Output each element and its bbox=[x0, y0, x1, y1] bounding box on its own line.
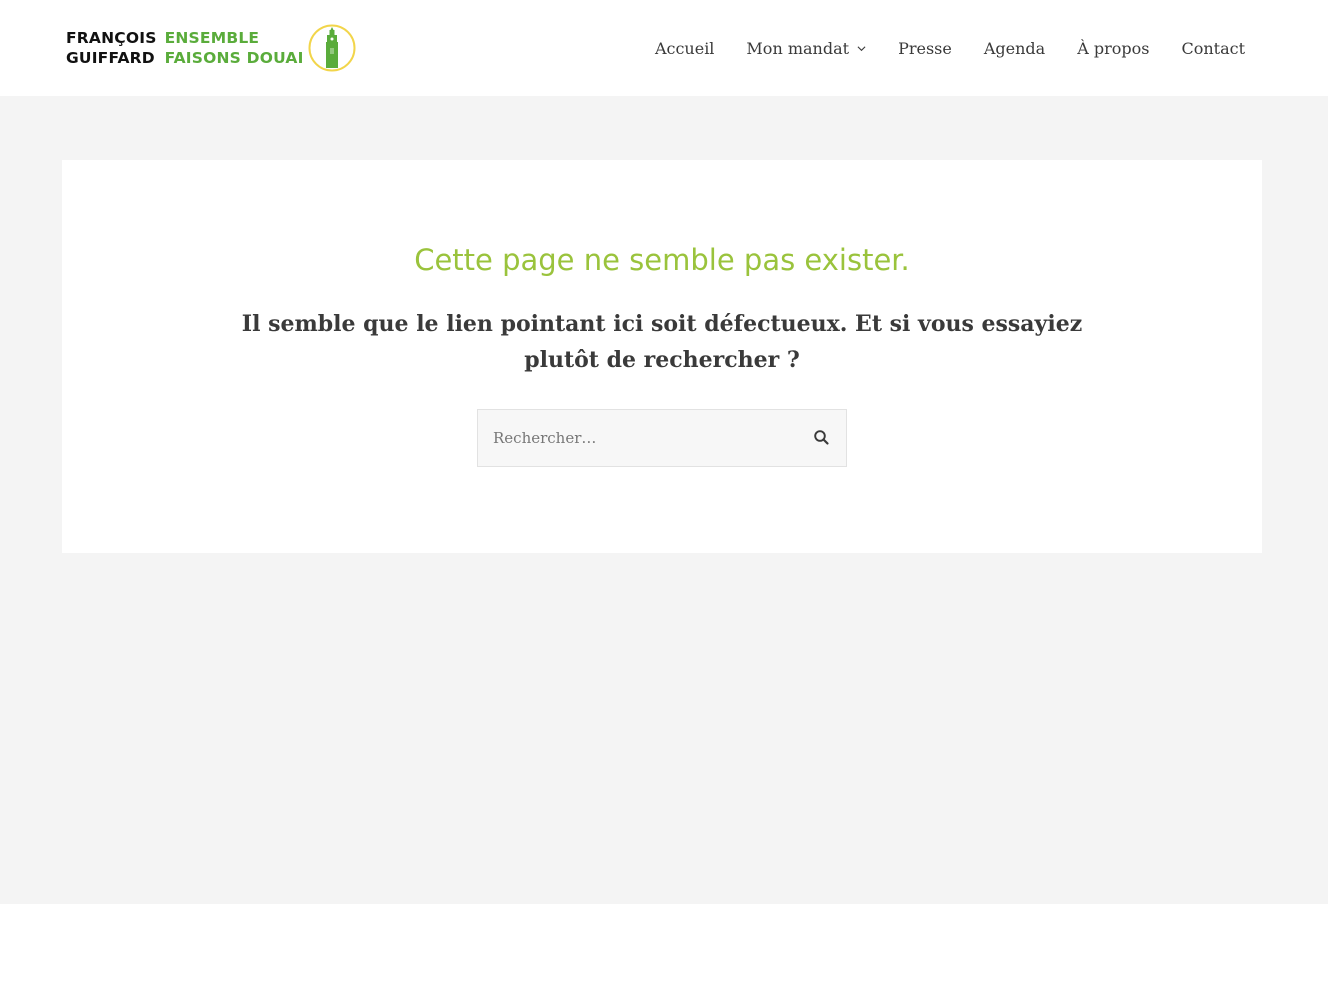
nav-item-label: Accueil bbox=[654, 38, 715, 58]
logo-name-line2: GUIFFARD bbox=[66, 49, 155, 67]
search-button[interactable] bbox=[812, 428, 832, 448]
nav-item-accueil[interactable]: Accueil bbox=[655, 39, 714, 58]
logo-name-line1: FRANÇOIS bbox=[66, 29, 157, 47]
logo-name: FRANÇOIS GUIFFARD bbox=[66, 28, 157, 68]
nav-item-agenda[interactable]: Agenda bbox=[984, 39, 1045, 58]
site-logo[interactable]: FRANÇOIS GUIFFARD ENSEMBLE FAISONS DOUAI bbox=[66, 22, 356, 74]
nav-item-label: Contact bbox=[1181, 38, 1245, 58]
nav-item-a-propos[interactable]: À propos bbox=[1077, 39, 1149, 58]
nav-item-presse[interactable]: Presse bbox=[898, 39, 952, 58]
error-message: Il semble que le lien pointant ici soit … bbox=[241, 311, 1083, 373]
nav-item-label: Agenda bbox=[983, 38, 1046, 58]
nav-item-label: Mon mandat bbox=[746, 38, 850, 58]
nav-item-label: Presse bbox=[898, 38, 952, 58]
nav-item-label: À propos bbox=[1077, 38, 1150, 58]
error-404-card: Cette page ne semble pas exister. Il sem… bbox=[62, 160, 1262, 553]
site-header: FRANÇOIS GUIFFARD ENSEMBLE FAISONS DOUAI… bbox=[0, 0, 1328, 96]
logo-slogan-line2: FAISONS DOUAI bbox=[164, 49, 304, 67]
nav-item-contact[interactable]: Contact bbox=[1181, 39, 1245, 58]
belfry-tower-icon bbox=[308, 24, 356, 72]
main-navigation: Accueil Mon mandat Presse Agenda À propo… bbox=[655, 36, 1245, 60]
nav-item-mon-mandat[interactable]: Mon mandat bbox=[746, 39, 866, 58]
search-input[interactable] bbox=[478, 410, 798, 466]
page-title: Cette page ne semble pas exister. bbox=[414, 243, 910, 277]
search-form bbox=[477, 409, 847, 467]
logo-slogan: ENSEMBLE FAISONS DOUAI bbox=[165, 28, 304, 68]
logo-slogan-line1: ENSEMBLE bbox=[164, 29, 260, 47]
search-icon bbox=[814, 430, 829, 445]
chevron-down-icon bbox=[857, 45, 866, 51]
